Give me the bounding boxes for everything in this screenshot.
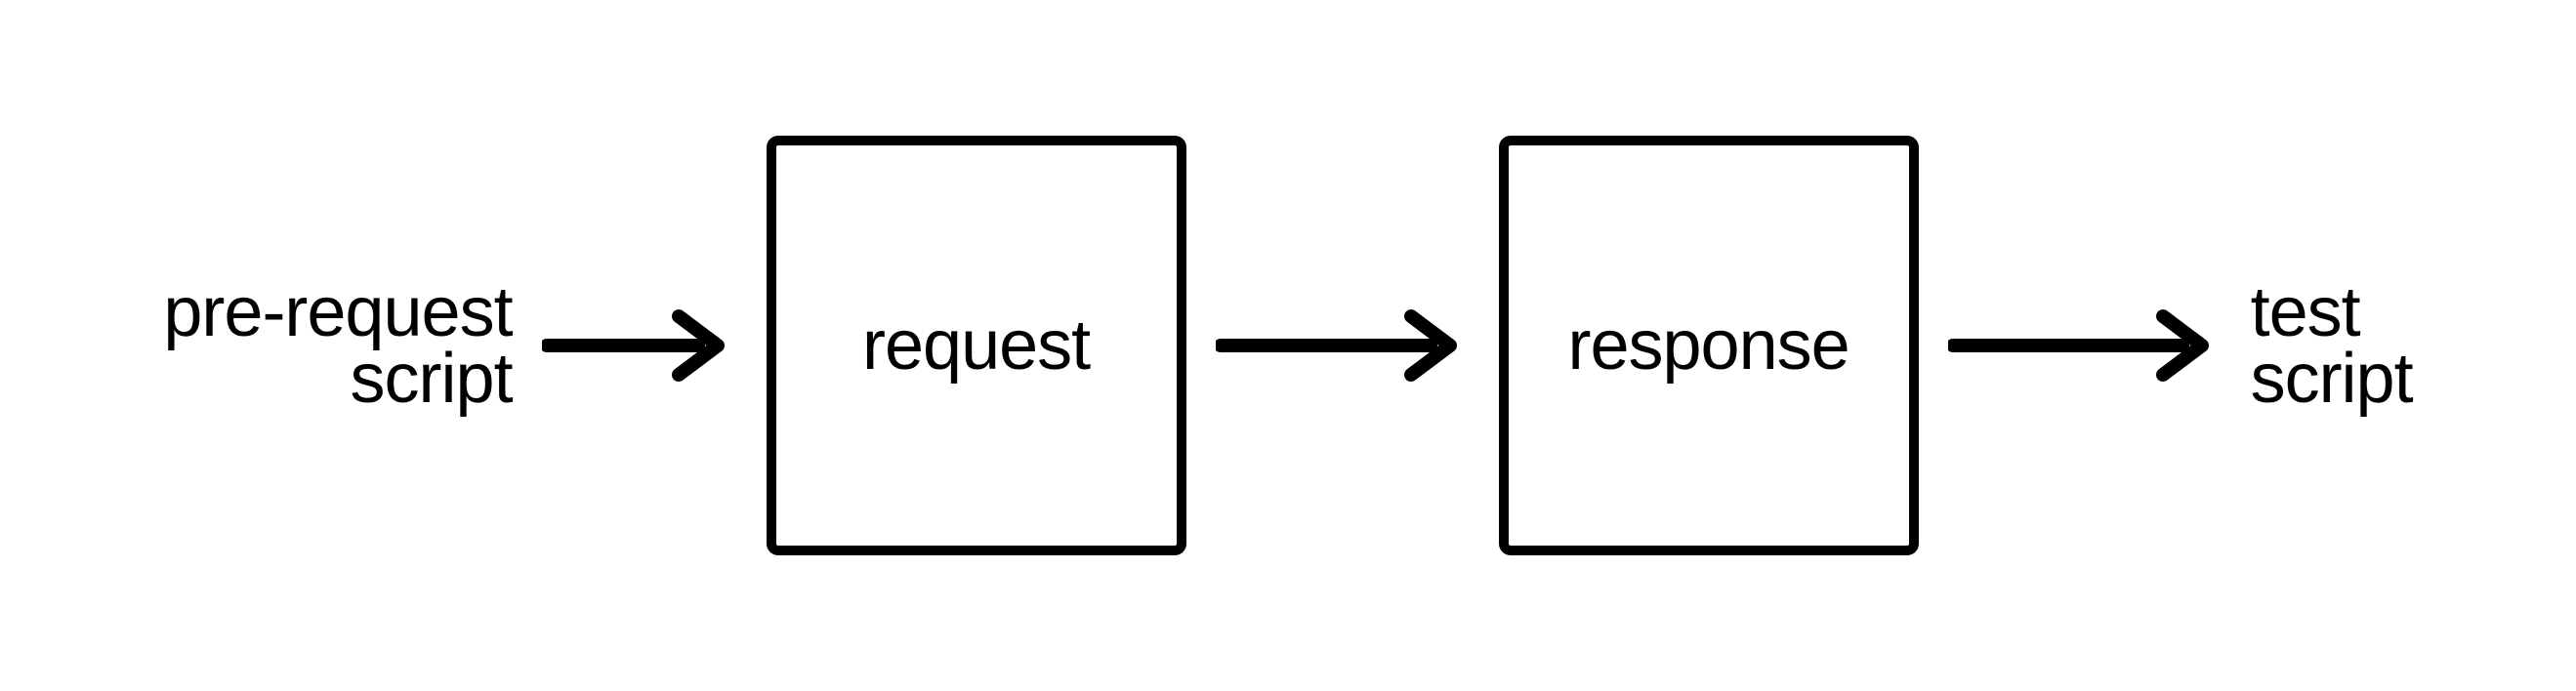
box-label: response: [1567, 305, 1849, 386]
label-line: test: [2251, 279, 2413, 346]
flow-diagram: pre-request script request response test…: [163, 136, 2412, 555]
label-line: script: [2251, 346, 2413, 412]
arrow-icon: [1948, 306, 2222, 385]
label-line: pre-request: [163, 279, 512, 346]
arrow-icon: [542, 306, 737, 385]
arrow-icon: [1216, 306, 1470, 385]
pre-request-script-label: pre-request script: [163, 279, 512, 413]
box-label: request: [862, 305, 1090, 386]
request-box: request: [767, 136, 1186, 555]
label-line: script: [163, 346, 512, 412]
response-box: response: [1499, 136, 1919, 555]
test-script-label: test script: [2251, 279, 2413, 413]
